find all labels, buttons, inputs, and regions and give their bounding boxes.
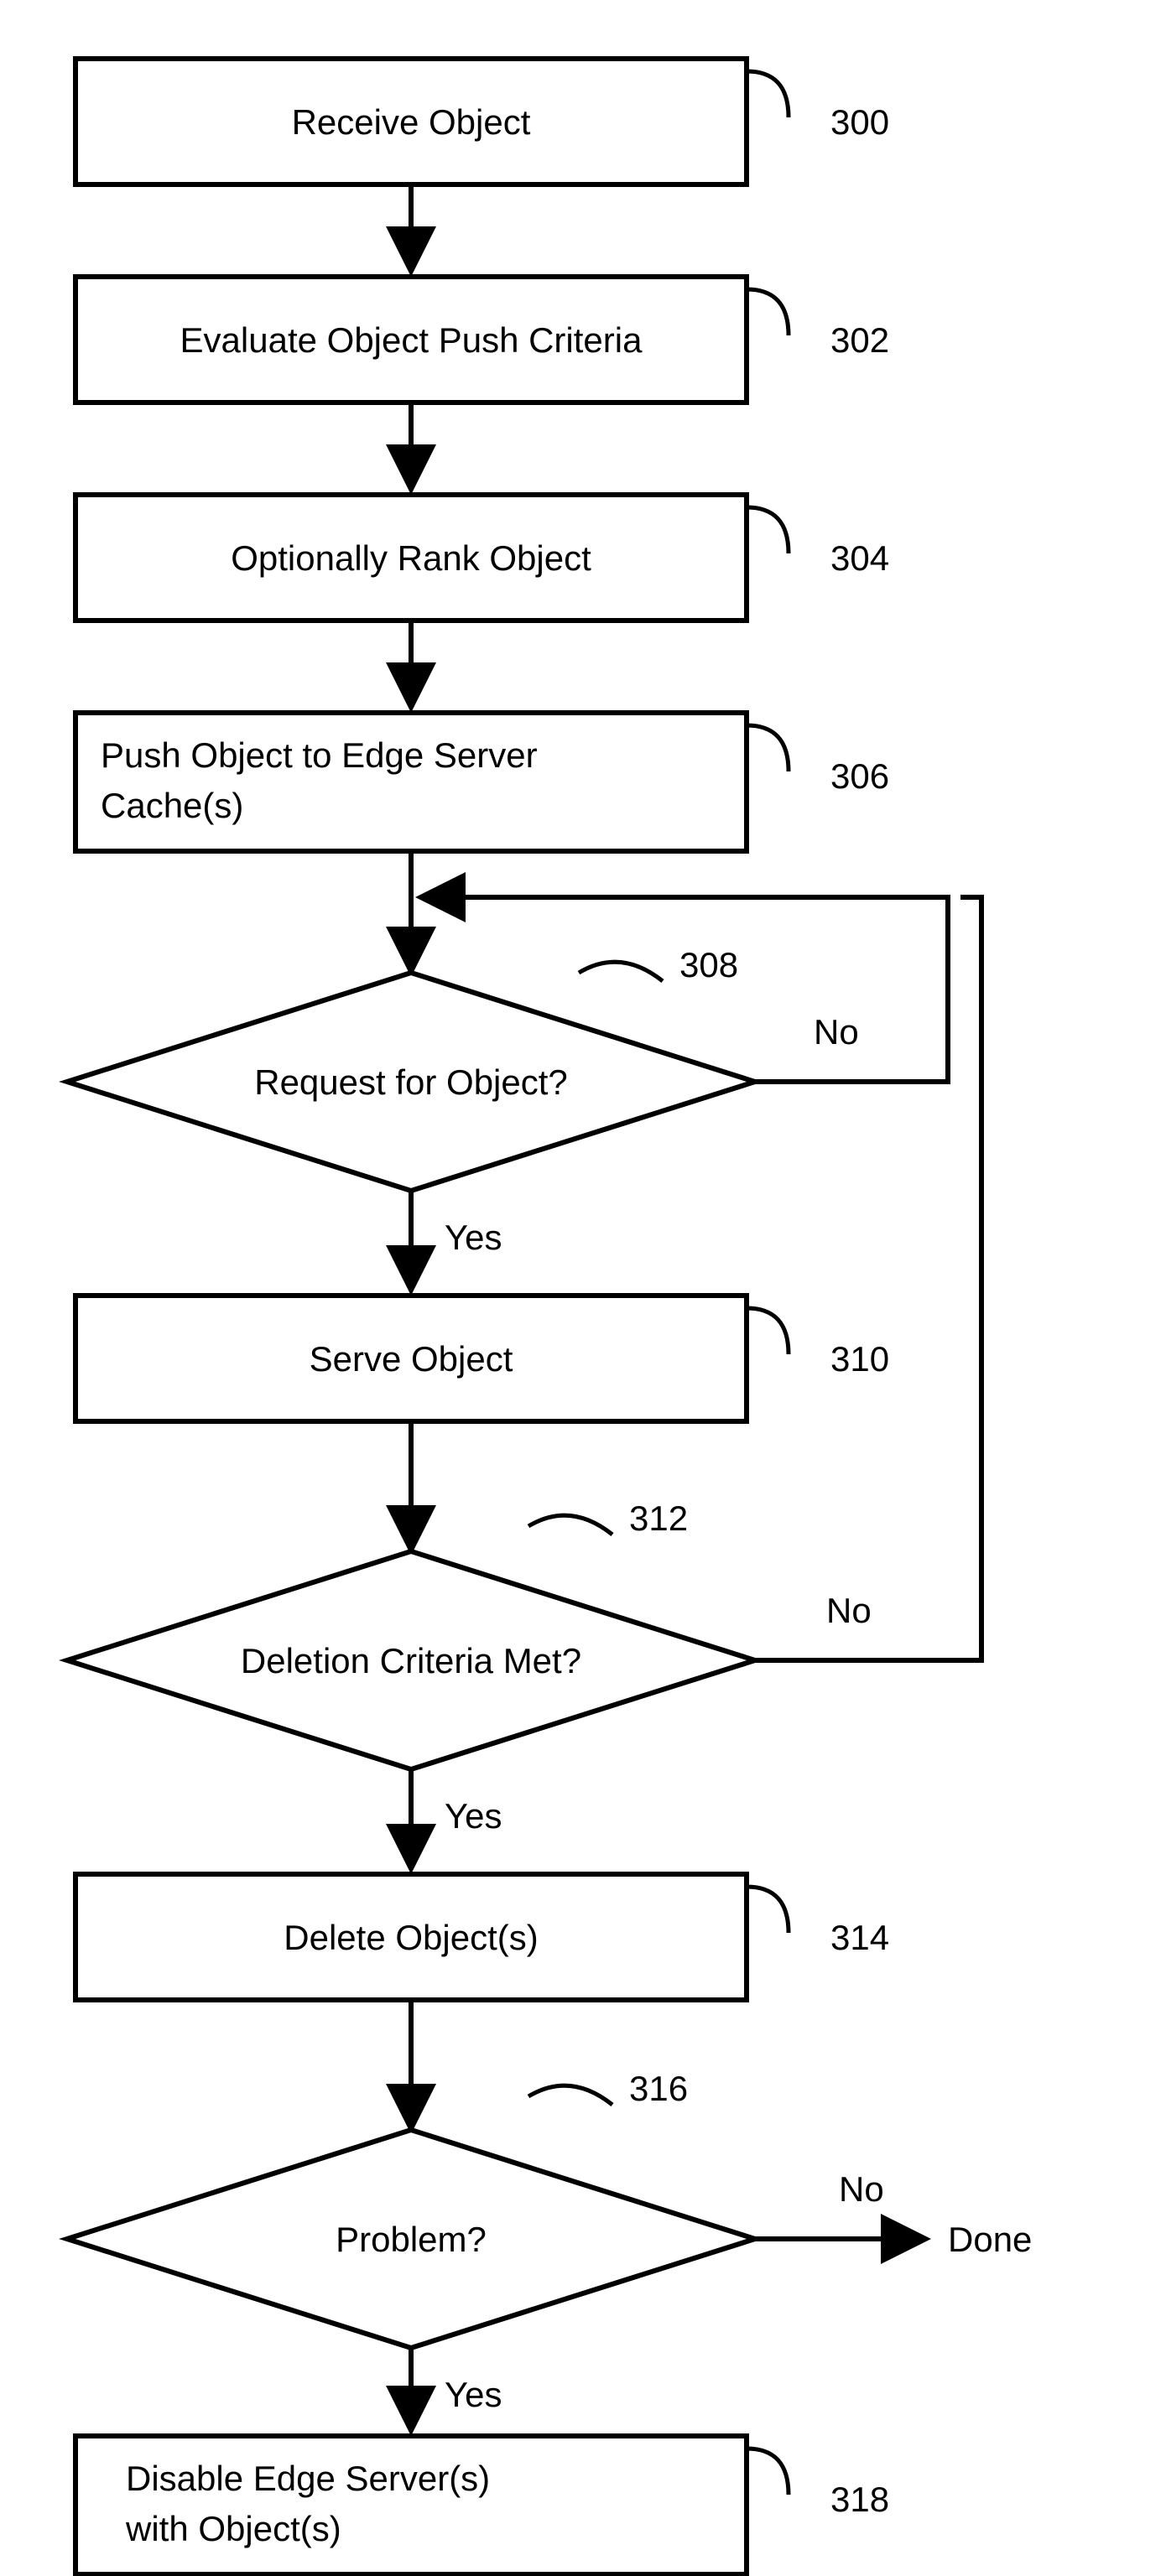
node-problem-decision-label: Problem? <box>336 2220 487 2259</box>
node-request-decision: Request for Object? 308 <box>67 945 755 1191</box>
node-deletion-decision-label: Deletion Criteria Met? <box>241 1641 581 1680</box>
node-receive-object: Receive Object 300 <box>75 59 889 184</box>
node-push-object-label-line2: Cache(s) <box>101 786 243 825</box>
edge-312-no-label: No <box>826 1591 872 1630</box>
node-receive-object-label: Receive Object <box>292 102 531 142</box>
node-rank-object-ref: 304 <box>830 538 889 578</box>
node-disable-edge-label-line2: with Object(s) <box>125 2509 341 2548</box>
edge-308-no-label: No <box>814 1012 859 1052</box>
node-disable-edge-label-line1: Disable Edge Server(s) <box>126 2459 490 2498</box>
node-request-decision-ref: 308 <box>679 945 738 984</box>
flowchart-diagram: Receive Object 300 Evaluate Object Push … <box>0 0 1166 2576</box>
node-serve-object: Serve Object 310 <box>75 1296 889 1421</box>
node-evaluate-criteria: Evaluate Object Push Criteria 302 <box>75 277 889 402</box>
edge-316-yes-label: Yes <box>445 2375 502 2414</box>
node-deletion-decision-ref: 312 <box>629 1498 688 1538</box>
node-push-object-ref: 306 <box>830 756 889 796</box>
node-receive-object-ref: 300 <box>830 102 889 142</box>
node-evaluate-criteria-ref: 302 <box>830 320 889 360</box>
edge-312-yes-label: Yes <box>445 1796 502 1836</box>
node-serve-object-label: Serve Object <box>310 1339 513 1379</box>
done-label: Done <box>948 2220 1032 2259</box>
node-evaluate-criteria-label: Evaluate Object Push Criteria <box>180 320 643 360</box>
node-request-decision-label: Request for Object? <box>254 1062 568 1102</box>
node-rank-object-label: Optionally Rank Object <box>231 538 591 578</box>
node-push-object-label-line1: Push Object to Edge Server <box>101 735 538 775</box>
node-push-object: Push Object to Edge Server Cache(s) 306 <box>75 713 889 851</box>
node-delete-objects: Delete Object(s) 314 <box>75 1874 889 2000</box>
node-delete-objects-ref: 314 <box>830 1918 889 1957</box>
node-rank-object: Optionally Rank Object 304 <box>75 495 889 621</box>
node-disable-edge-ref: 318 <box>830 2480 889 2519</box>
node-serve-object-ref: 310 <box>830 1339 889 1379</box>
node-problem-decision-ref: 316 <box>629 2069 688 2108</box>
edge-316-no-label: No <box>839 2169 884 2209</box>
node-delete-objects-label: Delete Object(s) <box>284 1918 538 1957</box>
node-disable-edge: Disable Edge Server(s) with Object(s) 31… <box>75 2436 889 2574</box>
edge-308-yes-label: Yes <box>445 1218 502 1257</box>
